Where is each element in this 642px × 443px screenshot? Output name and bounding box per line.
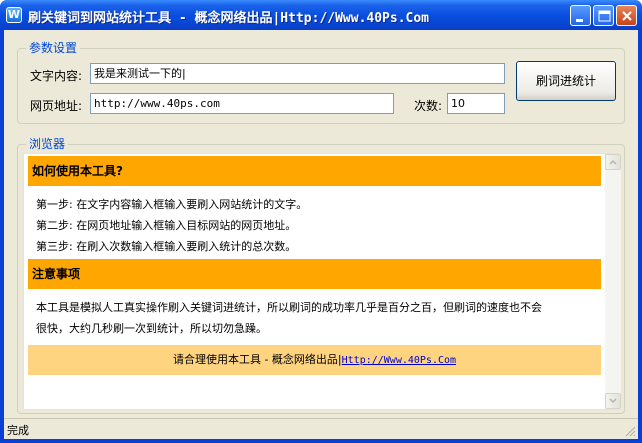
app-icon: W [6,7,22,23]
chevron-down-icon [609,398,617,404]
app-window: W 刷关键词到网站统计工具 - 概念网络出品|Http://Www.40Ps.C… [0,0,642,443]
count-label: 次数: [414,99,443,113]
minimize-icon [576,19,583,22]
maximize-button[interactable] [593,5,614,26]
close-button[interactable] [616,5,637,26]
title-bar[interactable]: W 刷关键词到网站统计工具 - 概念网络出品|Http://Www.40Ps.C… [0,0,642,30]
howto-heading: 如何使用本工具? [28,156,601,186]
status-bar: 完成 [4,418,638,439]
params-group: 参数设置 文字内容: 我是来测试一下的| 网页地址: http://www.40… [17,41,625,124]
window-title: 刷关键词到网站统计工具 - 概念网络出品|Http://Www.40Ps.Com [28,11,430,26]
minimize-button[interactable] [570,5,591,26]
scroll-up-button[interactable] [605,154,621,170]
notice-line: 很快，大约几秒刷一次到统计，所以切勿急躁。 [36,322,267,335]
text-content-input[interactable]: 我是来测试一下的| [90,63,505,84]
resize-grip-icon[interactable] [624,425,636,437]
chevron-up-icon [609,159,617,165]
footer-text: 请合理使用本工具 - 概念网络出品| [172,353,342,366]
notice-heading: 注意事项 [28,259,601,289]
maximize-icon [598,10,611,22]
step-line: 第三步: 在刷入次数输入框输入要刷入统计的总次数。 [36,240,297,253]
url-label: 网页地址: [30,99,83,113]
footer-link[interactable]: Http://Www.40Ps.Com [342,355,456,366]
params-legend: 参数设置 [26,41,81,55]
web-view[interactable]: 如何使用本工具? 第一步: 在文字内容输入框输入要刷入网站统计的文字。 第二步:… [23,153,621,410]
notice-line: 本工具是模拟人工真实操作刷入关键词进统计，所以刷词的成功率几乎是百分之百，但刷词… [36,301,542,314]
step-line: 第一步: 在文字内容输入框输入要刷入网站统计的文字。 [36,198,308,211]
url-input[interactable]: http://www.40ps.com [90,93,394,114]
step-line: 第二步: 在网页地址输入框输入目标网站的网页地址。 [36,219,297,232]
browser-legend: 浏览器 [26,137,69,151]
text-content-label: 文字内容: [30,69,83,83]
status-text: 完成 [7,424,29,437]
footer-bar: 请合理使用本工具 - 概念网络出品|Http://Www.40Ps.Com [28,345,601,375]
web-content: 如何使用本工具? 第一步: 在文字内容输入框输入要刷入网站统计的文字。 第二步:… [24,154,604,409]
vertical-scrollbar[interactable] [605,154,621,409]
scroll-down-button[interactable] [605,393,621,409]
client-area: 参数设置 文字内容: 我是来测试一下的| 网页地址: http://www.40… [4,30,638,439]
close-icon [622,11,632,21]
browser-group: 浏览器 如何使用本工具? 第一步: 在文字内容输入框输入要刷入网站统计的文字。 … [17,137,625,414]
count-input[interactable]: 10 [447,93,505,114]
submit-button[interactable]: 刷词进统计 [516,61,616,101]
